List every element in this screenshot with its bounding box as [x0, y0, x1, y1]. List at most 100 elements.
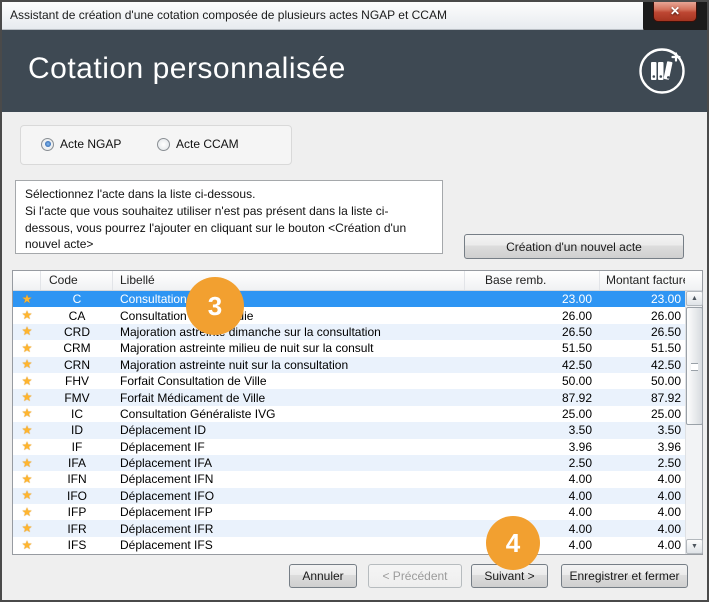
instructions-box: Sélectionnez l'acte dans la liste ci-des… — [15, 180, 443, 254]
scroll-down-icon[interactable]: ▼ — [686, 539, 703, 554]
row-base: 4.00 — [465, 505, 600, 519]
titlebar: Assistant de création d'une cotation com… — [2, 2, 707, 30]
page-title: Cotation personnalisée — [28, 52, 346, 86]
table-row[interactable]: ★ IF Déplacement IF 3.96 3.96 — [13, 439, 702, 455]
row-base: 3.96 — [465, 440, 600, 454]
row-libelle: Déplacement ID — [113, 423, 465, 437]
cancel-button[interactable]: Annuler — [289, 564, 357, 588]
vertical-scrollbar[interactable]: ▲ ▼ — [685, 291, 702, 554]
col-header-code[interactable]: Code — [41, 271, 113, 290]
row-montant: 42.50 — [600, 358, 685, 372]
table-row[interactable]: ★ FMV Forfait Médicament de Ville 87.92 … — [13, 389, 702, 405]
table-header: Code Libellé Base remb. Montant facturé — [13, 271, 702, 291]
favorite-star-icon[interactable]: ★ — [13, 472, 41, 487]
create-new-act-button[interactable]: Création d'un nouvel acte — [464, 234, 684, 259]
row-code: CRD — [41, 325, 113, 339]
row-libelle: Déplacement IFR — [113, 522, 465, 536]
row-base: 51.50 — [465, 341, 600, 355]
row-montant: 4.00 — [600, 522, 685, 536]
radio-unselected-icon — [157, 138, 170, 151]
row-libelle: Déplacement IFO — [113, 489, 465, 503]
close-icon[interactable]: ✕ — [653, 2, 697, 22]
row-code: FHV — [41, 374, 113, 388]
favorite-star-icon[interactable]: ★ — [13, 521, 41, 536]
col-header-montant[interactable]: Montant facturé — [600, 271, 685, 290]
row-code: IFN — [41, 472, 113, 486]
row-code: IF — [41, 440, 113, 454]
row-base: 2.50 — [465, 456, 600, 470]
favorite-star-icon[interactable]: ★ — [13, 488, 41, 503]
table-row[interactable]: ★ IC Consultation Généraliste IVG 25.00 … — [13, 406, 702, 422]
table-row[interactable]: ★ IFS Déplacement IFS 4.00 4.00 — [13, 537, 702, 553]
row-base: 4.00 — [465, 472, 600, 486]
favorite-star-icon[interactable]: ★ — [13, 292, 41, 307]
favorite-star-icon[interactable]: ★ — [13, 357, 41, 372]
favorite-star-icon[interactable]: ★ — [13, 406, 41, 421]
table-row[interactable]: ★ CRD Majoration astreinte dimanche sur … — [13, 324, 702, 340]
radio-label: Acte NGAP — [60, 137, 121, 151]
row-code: IC — [41, 407, 113, 421]
row-code: CRM — [41, 341, 113, 355]
save-and-close-button[interactable]: Enregistrer et fermer — [561, 564, 688, 588]
previous-button[interactable]: < Précédent — [368, 564, 462, 588]
table-row[interactable]: ★ C Consultation 23.00 23.00 — [13, 291, 702, 307]
instruction-line-1: Sélectionnez l'acte dans la liste ci-des… — [25, 186, 433, 203]
row-montant: 26.50 — [600, 325, 685, 339]
favorite-star-icon[interactable]: ★ — [13, 308, 41, 323]
row-base: 26.50 — [465, 325, 600, 339]
table-row[interactable]: ★ CRN Majoration astreinte nuit sur la c… — [13, 357, 702, 373]
row-base: 25.00 — [465, 407, 600, 421]
favorite-star-icon[interactable]: ★ — [13, 456, 41, 471]
row-montant: 50.00 — [600, 374, 685, 388]
table-row[interactable]: ★ CRM Majoration astreinte milieu de nui… — [13, 340, 702, 356]
row-libelle: Déplacement IFA — [113, 456, 465, 470]
row-montant: 4.00 — [600, 505, 685, 519]
row-libelle: Consultation — [113, 292, 465, 306]
radio-acte-ccam[interactable]: Acte CCAM — [157, 137, 239, 151]
row-code: IFA — [41, 456, 113, 470]
favorite-star-icon[interactable]: ★ — [13, 374, 41, 389]
row-montant: 3.50 — [600, 423, 685, 437]
favorite-star-icon[interactable]: ★ — [13, 505, 41, 520]
table-row[interactable]: ★ FHV Forfait Consultation de Ville 50.0… — [13, 373, 702, 389]
row-code: IFS — [41, 538, 113, 552]
row-libelle: Déplacement IF — [113, 440, 465, 454]
table-row[interactable]: ★ CA Consultation approfondie 26.00 26.0… — [13, 307, 702, 323]
acte-type-group: Acte NGAP Acte CCAM — [20, 125, 292, 165]
table-row[interactable]: ★ ID Déplacement ID 3.50 3.50 — [13, 422, 702, 438]
favorite-star-icon[interactable]: ★ — [13, 538, 41, 553]
scroll-up-icon[interactable]: ▲ — [686, 291, 703, 306]
col-header-base[interactable]: Base remb. — [465, 271, 600, 290]
col-header-libelle[interactable]: Libellé — [113, 271, 465, 290]
row-code: CA — [41, 309, 113, 323]
row-libelle: Consultation Généraliste IVG — [113, 407, 465, 421]
table-row[interactable]: ★ IFR Déplacement IFR 4.00 4.00 — [13, 520, 702, 536]
table-row[interactable]: ★ IFN Déplacement IFN 4.00 4.00 — [13, 471, 702, 487]
row-base: 26.00 — [465, 309, 600, 323]
row-code: ID — [41, 423, 113, 437]
row-libelle: Déplacement IFN — [113, 472, 465, 486]
radio-acte-ngap[interactable]: Acte NGAP — [41, 137, 121, 151]
table-row[interactable]: ★ IFA Déplacement IFA 2.50 2.50 — [13, 455, 702, 471]
row-montant: 26.00 — [600, 309, 685, 323]
table-row[interactable]: ★ IFP Déplacement IFP 4.00 4.00 — [13, 504, 702, 520]
radio-label: Acte CCAM — [176, 137, 239, 151]
tutorial-badge-3: 3 — [186, 277, 244, 335]
acts-table: Code Libellé Base remb. Montant facturé … — [12, 270, 703, 555]
row-libelle: Majoration astreinte milieu de nuit sur … — [113, 341, 465, 355]
scrollbar-thumb[interactable] — [686, 307, 703, 425]
table-row[interactable]: ★ IFO Déplacement IFO 4.00 4.00 — [13, 488, 702, 504]
wizard-content: Acte NGAP Acte CCAM Sélectionnez l'acte … — [2, 112, 707, 602]
row-code: IFP — [41, 505, 113, 519]
table-body: ★ C Consultation 23.00 23.00 ★ CA Consul… — [13, 291, 702, 553]
row-code: IFO — [41, 489, 113, 503]
wizard-header: Cotation personnalisée — [2, 30, 707, 112]
row-montant: 25.00 — [600, 407, 685, 421]
favorite-star-icon[interactable]: ★ — [13, 423, 41, 438]
col-header-star[interactable] — [13, 271, 41, 290]
favorite-star-icon[interactable]: ★ — [13, 324, 41, 339]
favorite-star-icon[interactable]: ★ — [13, 390, 41, 405]
favorite-star-icon[interactable]: ★ — [13, 439, 41, 454]
row-code: C — [41, 292, 113, 306]
favorite-star-icon[interactable]: ★ — [13, 341, 41, 356]
